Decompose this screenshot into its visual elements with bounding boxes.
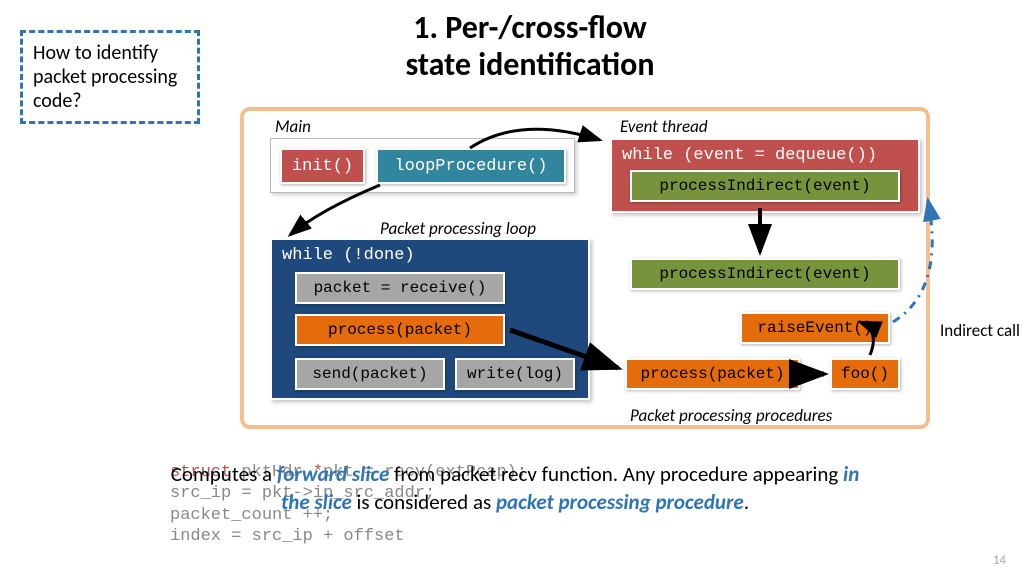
receive-box: packet = receive() bbox=[295, 272, 505, 304]
loop-procedure-box: loopProcedure() bbox=[376, 148, 566, 184]
slide-title: 1. Per-/cross-flowstate identification bbox=[280, 10, 780, 84]
label-indirect-call: Indirect call bbox=[940, 320, 1020, 341]
process-box: process(packet) bbox=[295, 314, 505, 346]
label-packet-loop: Packet processing loop bbox=[380, 218, 536, 239]
label-event-thread: Event thread bbox=[620, 116, 708, 137]
caption: Computes a forward slice from packet rec… bbox=[155, 460, 875, 517]
send-box: send(packet) bbox=[295, 358, 445, 390]
process-indirect-2: processIndirect(event) bbox=[630, 258, 900, 290]
process-indirect-1: processIndirect(event) bbox=[630, 170, 900, 202]
init-box: init() bbox=[280, 148, 365, 184]
label-packet-procs: Packet processing procedures bbox=[630, 405, 832, 426]
label-main: Main bbox=[275, 116, 311, 137]
process-2-box: process(packet) bbox=[625, 358, 800, 390]
callout-box: How to identify packet processing code? bbox=[20, 30, 200, 124]
foo-box: foo() bbox=[830, 358, 900, 390]
raise-event-box: raiseEvent() bbox=[740, 312, 890, 344]
slide-number: 14 bbox=[993, 553, 1006, 568]
write-box: write(log) bbox=[455, 358, 575, 390]
